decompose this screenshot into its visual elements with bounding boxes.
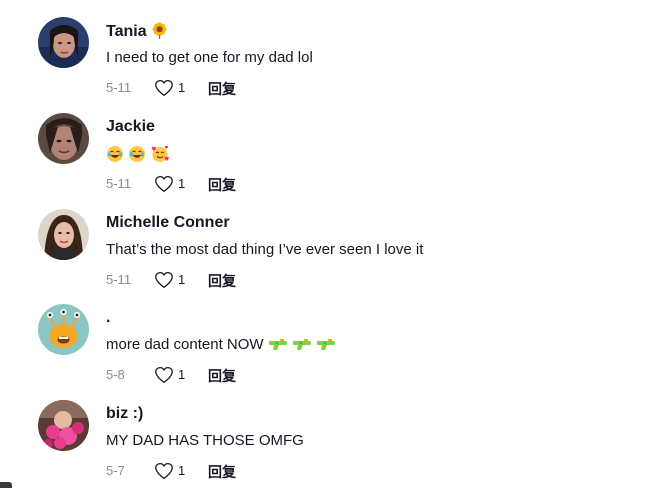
comment-date: 5-11 — [106, 176, 132, 191]
sunflower-icon — [151, 22, 168, 44]
comment-date: 5-8 — [106, 367, 125, 382]
water-pistol-icon — [316, 338, 336, 356]
comment-list: Tania I need to get one for my dad lol 5… — [0, 0, 647, 488]
comment-text — [106, 145, 170, 167]
window-corner — [0, 482, 12, 488]
reply-button[interactable]: 回复 — [208, 366, 236, 386]
avatar[interactable] — [38, 209, 89, 260]
username[interactable]: . — [106, 309, 110, 327]
like-count: 1 — [178, 367, 186, 382]
avatar[interactable] — [38, 304, 89, 355]
comment-item: Jackie 5-11 1 回复 — [38, 113, 638, 203]
heart-icon — [155, 271, 173, 289]
username[interactable]: Michelle Conner — [106, 214, 230, 232]
comment-date: 5-11 — [106, 272, 132, 287]
reply-button[interactable]: 回复 — [208, 462, 236, 482]
comment-item: biz :) MY DAD HAS THOSE OMFG 5-7 1 回复 — [38, 400, 638, 488]
like-count: 1 — [178, 272, 186, 287]
water-pistol-icon — [268, 338, 288, 356]
reply-button[interactable]: 回复 — [208, 175, 236, 195]
reply-button[interactable]: 回复 — [208, 271, 236, 291]
comment-item: Michelle Conner That’s the most dad thin… — [38, 209, 638, 299]
comment-date: 5-7 — [106, 463, 125, 478]
reply-button[interactable]: 回复 — [208, 79, 236, 99]
comment-text: That’s the most dad thing I’ve ever seen… — [106, 241, 424, 258]
comment-text: MY DAD HAS THOSE OMFG — [106, 432, 304, 449]
username[interactable]: biz :) — [106, 405, 143, 423]
username[interactable]: Tania — [106, 22, 168, 44]
like-count: 1 — [178, 463, 186, 478]
water-pistol-icon — [292, 338, 312, 356]
heart-icon — [155, 79, 173, 97]
like-count: 1 — [178, 80, 186, 95]
heart-icon — [155, 175, 173, 193]
comment-item: Tania I need to get one for my dad lol 5… — [38, 17, 638, 107]
comment-date: 5-11 — [106, 80, 132, 95]
avatar[interactable] — [38, 17, 89, 68]
comment-text-content: more dad content NOW — [106, 336, 264, 353]
comment-text: I need to get one for my dad lol — [106, 49, 313, 66]
heart-icon — [155, 462, 173, 480]
heart-icon — [155, 366, 173, 384]
username[interactable]: Jackie — [106, 118, 155, 136]
like-count: 1 — [178, 176, 186, 191]
joy-icon — [106, 145, 124, 167]
comment-item: . more dad content NOW 5-8 1 回复 — [38, 304, 638, 394]
smiling-face-with-hearts-icon — [150, 145, 170, 167]
avatar[interactable] — [38, 400, 89, 451]
username-text: Tania — [106, 23, 147, 40]
avatar[interactable] — [38, 113, 89, 164]
comment-text: more dad content NOW — [106, 336, 336, 356]
joy-icon — [128, 145, 146, 167]
